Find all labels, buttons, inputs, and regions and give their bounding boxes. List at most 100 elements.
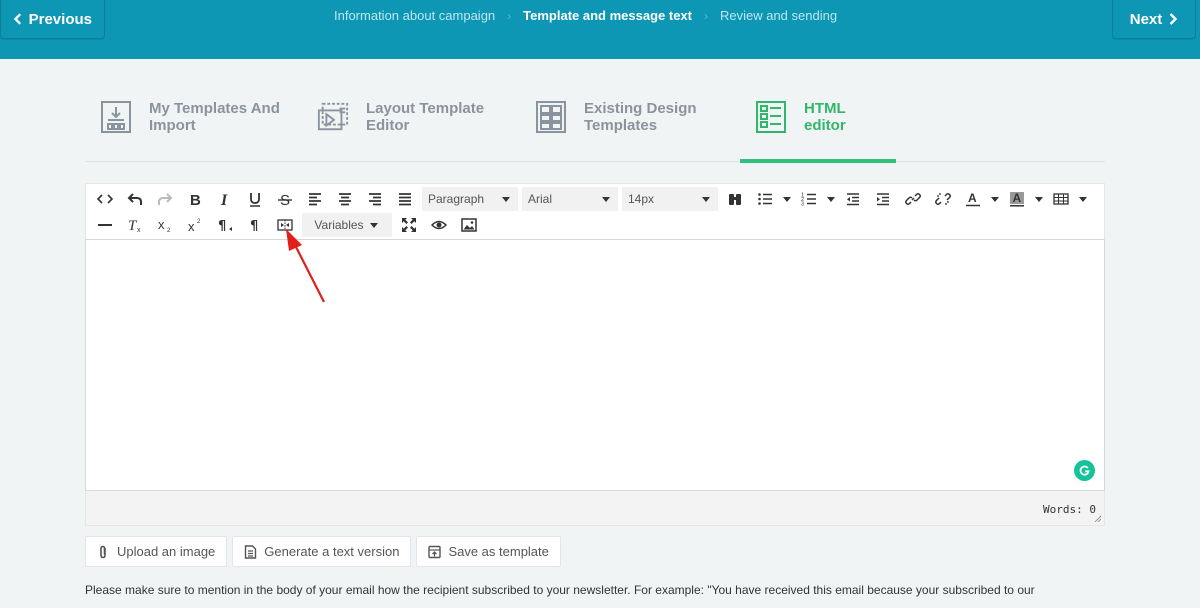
align-center-icon bbox=[339, 193, 351, 206]
step-separator: › bbox=[507, 8, 512, 23]
variables-label: Variables bbox=[314, 218, 364, 232]
table-options[interactable] bbox=[1076, 187, 1090, 211]
italic-icon: I bbox=[220, 192, 228, 207]
svg-text:2: 2 bbox=[197, 219, 201, 225]
align-left-button[interactable] bbox=[300, 187, 330, 211]
tab-label-line2: Import bbox=[149, 117, 196, 134]
bullet-list-options[interactable] bbox=[780, 187, 794, 211]
tab-existing-design-templates[interactable]: Existing Design Templates bbox=[535, 84, 735, 161]
font-size-value: 14px bbox=[628, 192, 655, 206]
previous-label: Previous bbox=[28, 10, 92, 28]
next-button[interactable]: Next bbox=[1112, 0, 1196, 39]
background-color-button[interactable]: A bbox=[1002, 187, 1032, 211]
tab-label-line1: My Templates And bbox=[149, 100, 280, 117]
numbered-list-button[interactable]: 123 bbox=[794, 187, 824, 211]
find-replace-button[interactable] bbox=[720, 187, 750, 211]
toolbar-row-2: Tx x2 x2 ¶ ¶ Variables bbox=[90, 213, 484, 237]
rtl-direction-button[interactable]: ¶ bbox=[210, 213, 240, 237]
strikethrough-icon: S bbox=[278, 192, 292, 207]
layout-editor-icon bbox=[317, 102, 349, 131]
code-icon bbox=[97, 194, 113, 204]
text-color-icon: A bbox=[966, 191, 980, 207]
tab-label-line2: Templates bbox=[584, 117, 658, 134]
subscript-button[interactable]: x2 bbox=[150, 213, 180, 237]
font-family-select[interactable]: Arial bbox=[522, 187, 618, 211]
step-review-sending[interactable]: Review and sending bbox=[720, 8, 837, 23]
code-view-button[interactable] bbox=[90, 187, 120, 211]
superscript-button[interactable]: x2 bbox=[180, 213, 210, 237]
unlink-icon bbox=[935, 193, 951, 205]
strikethrough-button[interactable]: S bbox=[270, 187, 300, 211]
generate-text-version-button[interactable]: Generate a text version bbox=[232, 536, 412, 567]
tab-my-templates-import[interactable]: My Templates And Import bbox=[100, 84, 300, 161]
font-size-select[interactable]: 14px bbox=[622, 187, 718, 211]
previous-button[interactable]: Previous bbox=[0, 0, 105, 39]
redo-icon bbox=[158, 193, 173, 205]
svg-text:A: A bbox=[968, 191, 977, 205]
clear-formatting-icon: Tx bbox=[128, 218, 141, 233]
step-template-text[interactable]: Template and message text bbox=[523, 8, 692, 23]
paragraph-rtl-icon: ¶ bbox=[218, 219, 232, 233]
paperclip-icon bbox=[100, 545, 106, 558]
text-color-options[interactable] bbox=[988, 187, 1002, 211]
caret-down-icon bbox=[502, 196, 510, 202]
tab-label-line1: HTML bbox=[804, 100, 846, 117]
grammarly-icon[interactable] bbox=[1074, 460, 1095, 481]
variables-dropdown[interactable]: Variables bbox=[302, 213, 392, 237]
tab-label-line2: editor bbox=[804, 117, 846, 134]
align-center-button[interactable] bbox=[330, 187, 360, 211]
horizontal-rule-icon bbox=[98, 224, 112, 226]
background-color-options[interactable] bbox=[1032, 187, 1046, 211]
horizontal-rule-button[interactable] bbox=[90, 213, 120, 237]
bold-button[interactable]: B bbox=[180, 187, 210, 211]
svg-text:I: I bbox=[220, 192, 228, 207]
editor-mode-tabs: My Templates And Import Layout Template … bbox=[85, 84, 1105, 163]
upload-image-label: Upload an image bbox=[117, 544, 216, 559]
svg-text:¶: ¶ bbox=[218, 219, 226, 233]
align-right-icon bbox=[369, 193, 381, 206]
underline-button[interactable] bbox=[240, 187, 270, 211]
indent-button[interactable] bbox=[868, 187, 898, 211]
redo-button[interactable] bbox=[150, 187, 180, 211]
save-as-template-button[interactable]: Save as template bbox=[416, 536, 561, 567]
insert-image-button[interactable] bbox=[454, 213, 484, 237]
insert-link-button[interactable] bbox=[898, 187, 928, 211]
remove-link-button[interactable] bbox=[928, 187, 958, 211]
toolbar-row-1: B I S Paragraph Arial 14px 123 A A bbox=[90, 187, 1090, 211]
import-icon bbox=[101, 101, 131, 133]
justify-button[interactable] bbox=[390, 187, 420, 211]
outdent-icon bbox=[847, 193, 859, 206]
design-templates-icon bbox=[536, 101, 566, 133]
bullet-list-icon bbox=[758, 193, 772, 205]
tab-label-line1: Layout Template bbox=[366, 100, 485, 117]
undo-button[interactable] bbox=[120, 187, 150, 211]
align-right-button[interactable] bbox=[360, 187, 390, 211]
clear-formatting-button[interactable]: Tx bbox=[120, 213, 150, 237]
fullscreen-button[interactable] bbox=[394, 213, 424, 237]
editor-status-bar: Words: 0 bbox=[85, 491, 1105, 526]
save-template-icon bbox=[428, 545, 442, 558]
bullet-list-button[interactable] bbox=[750, 187, 780, 211]
tab-html-editor[interactable]: HTML editor bbox=[740, 84, 896, 163]
preview-button[interactable] bbox=[424, 213, 454, 237]
wizard-steps: Information about campaign › Template an… bbox=[334, 8, 837, 23]
outdent-button[interactable] bbox=[838, 187, 868, 211]
upload-image-button[interactable]: Upload an image bbox=[85, 536, 228, 567]
link-icon bbox=[905, 193, 921, 205]
italic-button[interactable]: I bbox=[210, 187, 240, 211]
tab-layout-template-editor[interactable]: Layout Template Editor bbox=[317, 84, 517, 161]
resize-handle-icon[interactable] bbox=[1094, 515, 1101, 522]
top-bar: Previous Information about campaign › Te… bbox=[0, 0, 1200, 59]
show-blocks-button[interactable]: ¶ bbox=[240, 213, 270, 237]
step-campaign-info[interactable]: Information about campaign bbox=[334, 8, 495, 23]
underline-icon bbox=[250, 193, 260, 207]
paragraph-format-select[interactable]: Paragraph bbox=[422, 187, 518, 211]
numbered-list-options[interactable] bbox=[824, 187, 838, 211]
text-color-button[interactable]: A bbox=[958, 187, 988, 211]
insert-page-break-button[interactable] bbox=[270, 213, 300, 237]
paragraph-format-value: Paragraph bbox=[428, 192, 485, 206]
insert-table-button[interactable] bbox=[1046, 187, 1076, 211]
editor-content-area[interactable] bbox=[85, 239, 1105, 491]
table-icon bbox=[1053, 193, 1069, 205]
document-icon bbox=[245, 544, 257, 559]
